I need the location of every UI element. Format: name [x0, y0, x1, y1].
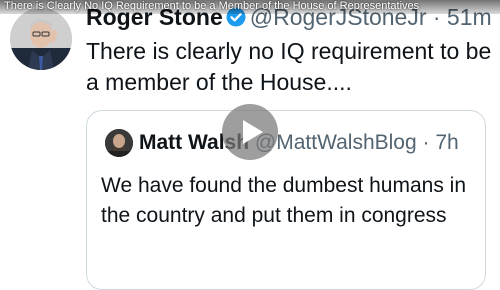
quoted-author-handle-time[interactable]: @MattWalshBlog · 7h — [255, 131, 459, 154]
quoted-tweet-text: We have found the dumbest humans in the … — [101, 174, 467, 227]
author-avatar[interactable] — [10, 8, 72, 70]
tweet-text: There is clearly no IQ requirement to be… — [86, 38, 492, 95]
video-title-bar: There is Clearly No IQ Requirement to be… — [0, 0, 500, 14]
quoted-author-avatar — [105, 129, 133, 157]
play-icon — [243, 120, 263, 144]
play-button[interactable] — [222, 104, 278, 160]
quoted-tweet-header: Matt Walsh @MattWalshBlog · 7h — [139, 129, 459, 157]
quoted-tweet-card[interactable]: Matt Walsh @MattWalshBlog · 7h We have f… — [86, 110, 486, 290]
video-title: There is Clearly No IQ Requirement to be… — [4, 0, 420, 12]
